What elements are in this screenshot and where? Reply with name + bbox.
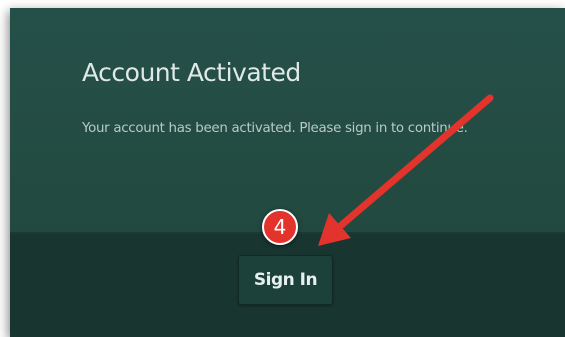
step-number-badge: 4 [262,209,298,245]
activation-message: Your account has been activated. Please … [82,121,468,136]
page-title: Account Activated [82,58,301,87]
sign-in-button[interactable]: Sign In [238,255,333,305]
panel-body: Account Activated Your account has been … [10,8,565,234]
